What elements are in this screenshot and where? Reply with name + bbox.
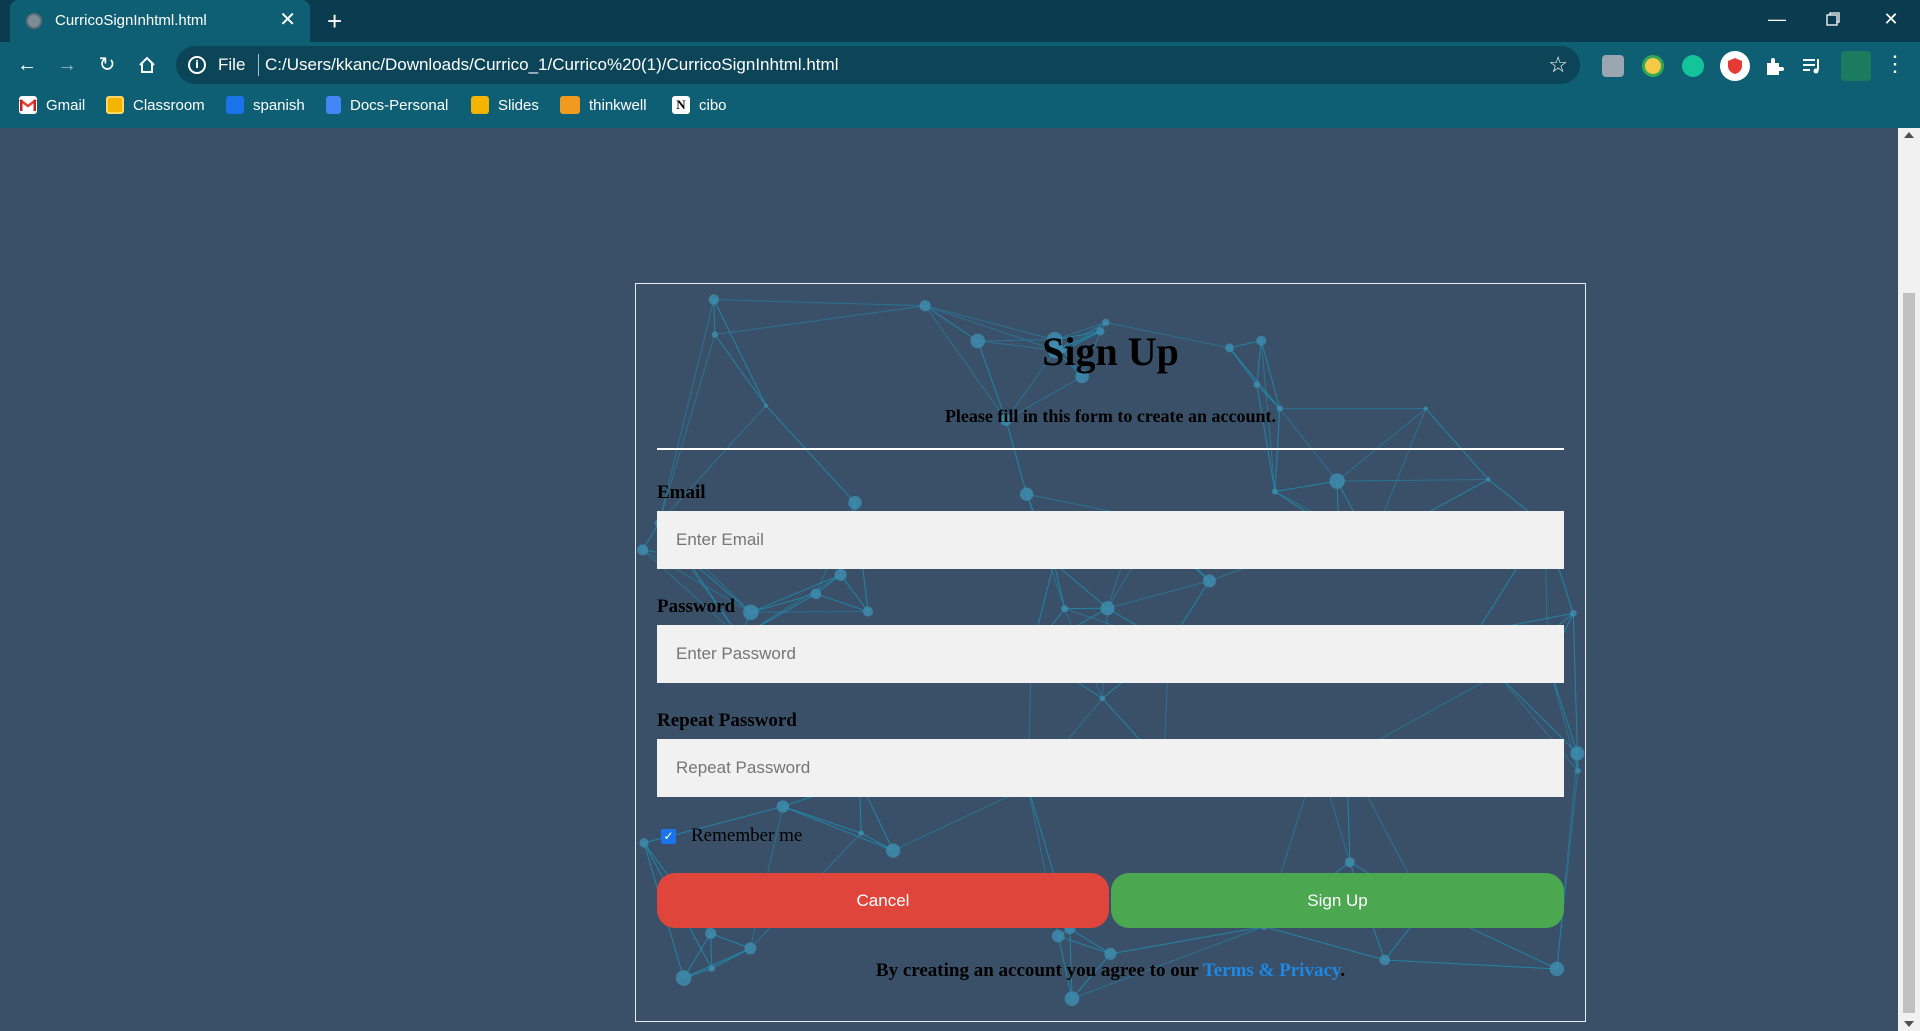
classroom-icon [106, 96, 124, 114]
remember-me-checkbox[interactable]: ✓ [661, 828, 676, 844]
signup-form-card: Sign Up Please fill in this form to crea… [635, 283, 1586, 1022]
tab-strip: CurricoSignInhtml.html ✕ + — ✕ [0, 0, 1920, 42]
bookmark-classroom[interactable]: Classroom [106, 94, 205, 116]
media-queue-icon[interactable] [1801, 55, 1823, 77]
bookmark-label: thinkwell [589, 96, 647, 114]
grammarly-icon[interactable] [1682, 55, 1704, 77]
reload-icon[interactable]: ↻ [94, 52, 120, 78]
form-title: Sign Up [1042, 329, 1179, 374]
scroll-up-icon[interactable] [1904, 132, 1914, 138]
terms-notice: By creating an account you agree to our … [636, 960, 1585, 982]
scheme-label: File [218, 55, 246, 74]
back-icon[interactable]: ← [14, 52, 40, 78]
remember-me-label: Remember me [691, 825, 803, 846]
url-text[interactable]: C:/Users/kkanc/Downloads/Currico_1/Curri… [265, 55, 838, 75]
active-tab[interactable]: CurricoSignInhtml.html ✕ [10, 0, 310, 42]
address-bar[interactable]: i File C:/Users/kkanc/Downloads/Currico_… [176, 46, 1580, 84]
bookmark-slides[interactable]: Slides [471, 94, 539, 116]
password-label: Password [657, 596, 736, 617]
bookmark-star-icon[interactable]: ☆ [1548, 52, 1568, 78]
minimize-icon[interactable]: — [1754, 4, 1800, 34]
close-window-icon[interactable]: ✕ [1868, 4, 1914, 34]
home-icon[interactable] [134, 52, 160, 78]
toolbar-bottom-edge [0, 122, 1920, 128]
scrollbar-thumb[interactable] [1903, 293, 1915, 1013]
form-divider [657, 448, 1564, 450]
bookmark-label: Docs-Personal [350, 96, 449, 114]
globe-icon [26, 13, 42, 29]
remember-me-row[interactable]: ✓ Remember me [661, 825, 802, 847]
email-field[interactable] [657, 511, 1564, 569]
bookmark-label: Gmail [46, 96, 86, 114]
bookmark-docs-personal[interactable]: Docs-Personal [326, 94, 448, 116]
omnibox-divider [258, 54, 259, 76]
bookmark-label: Classroom [133, 96, 205, 114]
info-icon[interactable]: i [188, 56, 206, 74]
restore-icon[interactable] [1810, 4, 1856, 35]
form-subtitle: Please fill in this form to create an ac… [944, 406, 1277, 426]
terms-suffix: . [1340, 960, 1346, 981]
terms-privacy-link[interactable]: Terms & Privacy [1203, 960, 1341, 981]
notion-icon: N [672, 96, 690, 114]
thinkwell-icon [560, 96, 580, 114]
forward-icon[interactable]: → [54, 52, 80, 78]
new-tab-button[interactable]: + [327, 7, 342, 35]
tab-title: CurricoSignInhtml.html [55, 12, 207, 29]
browser-menu-icon[interactable]: ⋮ [1884, 50, 1906, 78]
bookmarks-bar: Gmail Classroom spanish Docs-Personal Sl… [0, 88, 1920, 122]
terms-prefix: By creating an account you agree to our [875, 960, 1203, 981]
password-field[interactable] [657, 625, 1564, 683]
docs-icon [326, 96, 341, 114]
shield-extension-icon[interactable] [1720, 51, 1750, 81]
puzzle-extensions-icon[interactable] [1763, 55, 1785, 77]
bookmark-label: spanish [253, 96, 305, 114]
bookmark-spanish[interactable]: spanish [226, 94, 305, 116]
repeat-password-label: Repeat Password [657, 710, 797, 731]
signup-form: Sign Up Please fill in this form to crea… [636, 284, 1585, 1021]
slides-icon [471, 96, 489, 114]
scroll-down-icon[interactable] [1904, 1021, 1914, 1027]
email-label: Email [657, 482, 706, 503]
bookmark-label: Slides [498, 96, 539, 114]
bookmark-cibo[interactable]: N cibo [672, 94, 727, 116]
bookmark-thinkwell[interactable]: thinkwell [560, 94, 647, 116]
repeat-password-field[interactable] [657, 739, 1564, 797]
close-tab-icon[interactable]: ✕ [279, 8, 296, 32]
page-scrollbar[interactable] [1898, 128, 1920, 1031]
bookmark-gmail[interactable]: Gmail [19, 94, 85, 116]
profile-avatar[interactable] [1841, 51, 1871, 81]
browser-toolbar: ← → ↻ i File C:/Users/kkanc/Downloads/Cu… [0, 42, 1920, 88]
spanish-icon [226, 96, 244, 114]
extension-chrome-icon[interactable] [1642, 55, 1664, 77]
bookmark-label: cibo [699, 96, 727, 114]
gmail-icon [19, 96, 37, 114]
signup-button[interactable]: Sign Up [1111, 873, 1564, 928]
extension-r-icon[interactable] [1602, 55, 1624, 77]
cancel-button[interactable]: Cancel [657, 873, 1109, 928]
